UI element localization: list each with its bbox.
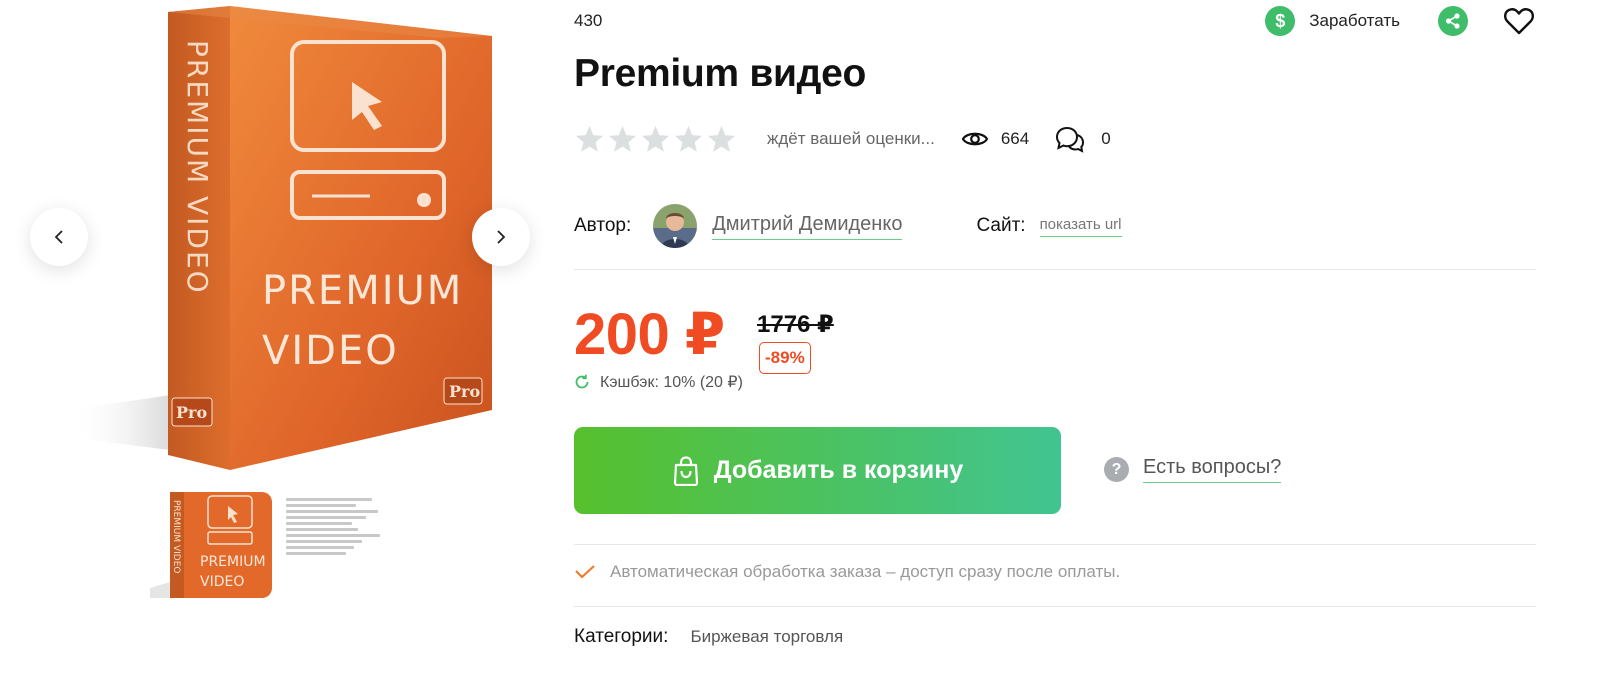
- author-avatar[interactable]: [653, 204, 698, 248]
- auto-processing-text: Автоматическая обработка заказа – доступ…: [610, 562, 1121, 581]
- thumb-title-line1: PREMIUM: [200, 554, 266, 570]
- star-icon[interactable]: [673, 124, 704, 155]
- add-to-cart-button[interactable]: Добавить в корзину: [574, 427, 1061, 514]
- questions-link[interactable]: ? Есть вопросы?: [1104, 456, 1282, 483]
- top-actions: $ Заработать: [1265, 6, 1536, 36]
- show-url-link[interactable]: показать url: [1039, 216, 1122, 237]
- box-title-line1: PREMIUM: [262, 268, 463, 314]
- gallery-prev-button[interactable]: [30, 208, 88, 266]
- comments-count: 0: [1101, 129, 1111, 148]
- product-sku: 430: [574, 11, 603, 30]
- product-main-image[interactable]: PREMIUM VIDEO PREMIUM VIDEO Pro Pro: [60, 0, 500, 470]
- author-row: Автор: Дмитрий Демиденко Сайт: показать …: [574, 203, 1122, 249]
- badge-front: Pro: [449, 382, 480, 401]
- eye-icon: [961, 132, 989, 146]
- thumb-title-line2: VIDEO: [200, 574, 244, 590]
- refresh-icon: [575, 374, 589, 389]
- heart-icon[interactable]: [1504, 6, 1536, 36]
- thumbnail-list: PREMIUM VIDEO PREMIUM VIDEO: [150, 492, 404, 600]
- rating-hint: ждёт вашей оценки...: [767, 129, 935, 148]
- views-count: 664: [1000, 129, 1030, 148]
- chevron-left-icon: [54, 230, 63, 244]
- author-label: Автор:: [574, 215, 632, 236]
- comments-counter[interactable]: 0: [1055, 125, 1111, 153]
- categories-row: Категории: Биржевая торговля: [574, 626, 843, 648]
- thumbnail-contents-preview: [282, 492, 404, 598]
- divider: [574, 544, 1536, 545]
- thumbnail-1[interactable]: PREMIUM VIDEO PREMIUM VIDEO: [150, 492, 272, 598]
- spine-text: PREMIUM VIDEO: [181, 40, 214, 295]
- product-title: Premium видео: [574, 52, 867, 95]
- cashback-info: Кэшбэк: 10% (20 ₽): [574, 372, 743, 392]
- rating-row: ждёт вашей оценки... 664 0: [574, 122, 1111, 156]
- views-counter: 664: [961, 129, 1029, 149]
- star-icon[interactable]: [574, 124, 605, 155]
- badge-side: Pro: [176, 403, 207, 422]
- share-icon[interactable]: [1438, 6, 1468, 36]
- earn-button[interactable]: $ Заработать: [1265, 6, 1400, 36]
- gallery-next-button[interactable]: [472, 208, 530, 266]
- cashback-text: Кэшбэк: 10% (20 ₽): [600, 374, 743, 391]
- rating-stars: [574, 124, 737, 155]
- star-icon[interactable]: [607, 124, 638, 155]
- shopping-bag-icon: [673, 455, 698, 486]
- categories-label: Категории:: [574, 626, 669, 647]
- checkmark-icon: [575, 565, 595, 579]
- category-link[interactable]: Биржевая торговля: [690, 627, 843, 647]
- product-info: 430 $ Заработать Premium видео ждёт ваше…: [574, 0, 1536, 682]
- thumbnail-2[interactable]: [282, 492, 404, 598]
- product-gallery: PREMIUM VIDEO PREMIUM VIDEO Pro Pro PREM…: [0, 0, 560, 682]
- divider: [574, 269, 1536, 270]
- question-icon: ?: [1104, 457, 1129, 482]
- star-icon[interactable]: [706, 124, 737, 155]
- old-price: 1776 ₽: [757, 311, 834, 338]
- box-title-line2: VIDEO: [262, 328, 399, 374]
- earn-label: Заработать: [1309, 11, 1400, 30]
- discount-badge: -89%: [759, 342, 811, 374]
- star-icon[interactable]: [640, 124, 671, 155]
- current-price: 200 ₽: [574, 302, 725, 367]
- author-name-link[interactable]: Дмитрий Демиденко: [712, 213, 903, 240]
- auto-processing-note: Автоматическая обработка заказа – доступ…: [574, 562, 1120, 582]
- thumb-spine-text: PREMIUM VIDEO: [171, 500, 181, 574]
- dollar-icon: $: [1265, 6, 1296, 36]
- comments-icon: [1056, 126, 1085, 153]
- chevron-right-icon: [497, 230, 506, 244]
- questions-label: Есть вопросы?: [1143, 456, 1282, 483]
- site-label: Сайт:: [976, 215, 1026, 236]
- add-to-cart-label: Добавить в корзину: [713, 456, 964, 484]
- divider: [574, 606, 1536, 607]
